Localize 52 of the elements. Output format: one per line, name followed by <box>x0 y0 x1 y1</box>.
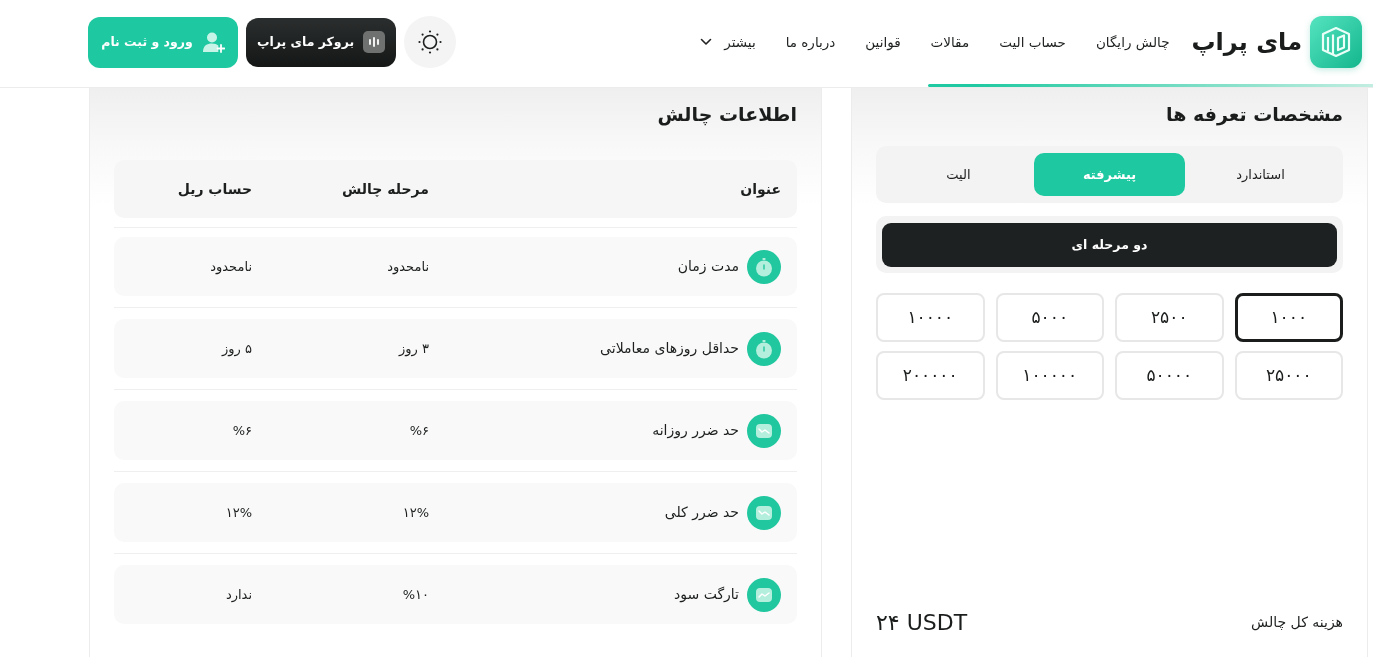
user-plus-icon <box>201 31 225 53</box>
amount-option[interactable]: ۲۵۰۰۰ <box>1234 351 1343 400</box>
total-cost-label: هزینه کل چالش <box>1251 613 1343 633</box>
chevron-down-icon <box>700 38 713 46</box>
column-header: مرحله چالش <box>341 179 429 200</box>
nav-link[interactable]: چالش رایگان <box>1095 31 1170 53</box>
broker-button[interactable]: بروکر مای پراپ <box>246 17 396 67</box>
table-cell-text: ۵ روز <box>220 339 252 359</box>
table-cell-text: %۶ <box>408 421 429 440</box>
table-cell-text: حد ضرر روزانه <box>652 421 739 441</box>
table-cell-text: حداقل روزهای معاملاتی <box>600 339 739 359</box>
table-cell-text: ۱۲% <box>224 503 252 522</box>
table-cell-text: نامحدود <box>209 257 252 277</box>
stopwatch-icon <box>747 331 781 366</box>
table-cell-text: ۱۲% <box>401 503 429 522</box>
trend-down-icon <box>747 495 781 530</box>
nav-link[interactable]: بیشتر <box>700 31 756 53</box>
table-cell-text: ۳ روز <box>397 339 429 359</box>
logo-text[interactable]: مای پراپ <box>1191 24 1302 60</box>
table-cell-text: %۶ <box>231 421 252 440</box>
amount-option[interactable]: ۱۰۰۰۰۰ <box>995 351 1104 400</box>
column-header: حساب ریل <box>176 179 252 199</box>
nav-link[interactable]: قوانین <box>865 31 901 53</box>
theme-toggle-button[interactable] <box>404 16 456 68</box>
section-title: اطلاعات چالش <box>657 102 797 128</box>
section-title: مشخصات تعرفه ها <box>1166 102 1343 128</box>
table-cell-text: مدت زمان <box>677 257 739 277</box>
step-tab[interactable]: دو مرحله ای <box>882 223 1337 267</box>
trend-down-icon <box>747 413 781 448</box>
amount-option[interactable]: ۲۰۰۰۰۰ <box>876 351 985 400</box>
logo-icon <box>1310 16 1362 68</box>
trend-up-icon <box>747 577 781 612</box>
table-cell-text: %۱۰ <box>401 585 429 604</box>
stopwatch-icon <box>747 249 781 284</box>
sun-icon <box>418 30 442 54</box>
table-cell-text: ندارد <box>224 585 252 605</box>
nav-link[interactable]: مقالات <box>930 31 970 53</box>
plan-tab[interactable]: الیت <box>883 153 1034 196</box>
amount-option[interactable]: ۵۰۰۰ <box>995 293 1104 342</box>
nav-link[interactable]: حساب الیت <box>999 31 1066 53</box>
amount-option[interactable]: ۲۵۰۰ <box>1115 293 1224 342</box>
table-cell-text: تارگت سود <box>674 585 739 605</box>
amount-option[interactable]: ۱۰۰۰۰ <box>876 293 985 342</box>
plan-tab[interactable]: استاندارد <box>1185 153 1336 196</box>
table-cell-text: نامحدود <box>386 257 429 277</box>
bars-icon <box>363 31 386 53</box>
column-header: عنوان <box>739 179 781 200</box>
amount-option[interactable]: ۵۰۰۰۰ <box>1115 351 1224 400</box>
table-cell-text: حد ضرر کلی <box>664 503 739 523</box>
nav-link[interactable]: درباره ما <box>785 31 836 53</box>
amount-option[interactable]: ۱۰۰۰ <box>1234 293 1343 342</box>
total-cost-value: ۲۴ USDT <box>876 609 968 637</box>
